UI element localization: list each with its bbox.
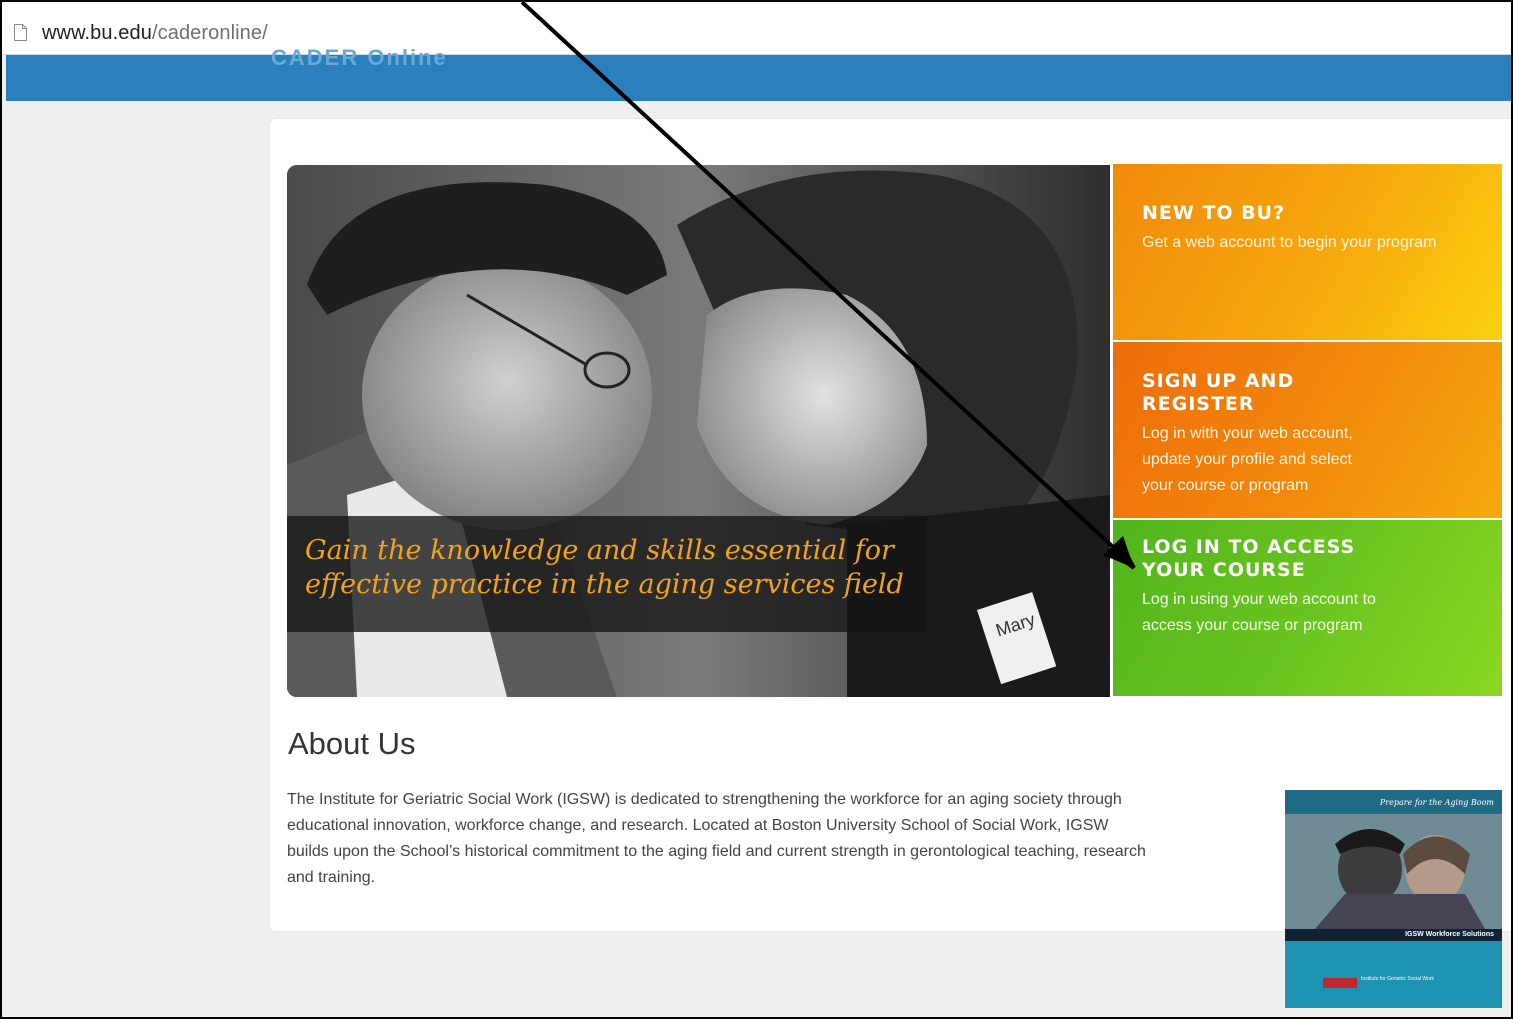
hero-tagline: Gain the knowledge and skills essential …	[305, 535, 904, 600]
brochure-band: IGSW Workforce Solutions	[1285, 929, 1502, 941]
brochure-cover-image[interactable]: Prepare for the Aging Boom IGSW Workforc…	[1285, 790, 1502, 1008]
tile-title: SIGN UP AND REGISTER	[1142, 370, 1295, 415]
url-text[interactable]: www.bu.edu/caderonline/	[42, 22, 268, 45]
hero-image: Mary Gain the knowledge and skills essen…	[287, 165, 1110, 697]
url-domain: www.bu.edu	[42, 22, 152, 44]
tile-description: Log in with your web account, update you…	[1142, 425, 1353, 494]
brochure-photo-art	[1285, 814, 1502, 929]
boston-university-logo	[1323, 978, 1357, 988]
tile-description: Log in using your web account to access …	[1142, 591, 1376, 634]
tile-title: LOG IN TO ACCESS YOUR COURSE	[1142, 536, 1356, 581]
brochure-tagline: Prepare for the Aging Boom	[1379, 798, 1494, 807]
about-body: The Institute for Geriatric Social Work …	[287, 791, 1146, 886]
brochure-photo	[1285, 814, 1502, 929]
site-header-banner: CADER Online	[6, 45, 1511, 101]
brochure-org-text: Institute for Geriatric Social Work	[1361, 976, 1434, 982]
url-path: /caderonline/	[151, 22, 268, 44]
site-name-fragment: CADER Online	[271, 45, 448, 70]
tile-title: NEW TO BU?	[1142, 202, 1286, 224]
brochure-header: Prepare for the Aging Boom	[1285, 790, 1502, 814]
page-icon	[14, 24, 27, 41]
tagline-overlay: Gain the knowledge and skills essential …	[287, 516, 927, 632]
tile-description: Get a web account to begin your program	[1142, 234, 1437, 251]
screenshot-frame: www.bu.edu/caderonline/ CADER Online Mar…	[0, 0, 1513, 1019]
tile-sign-up-register[interactable]: SIGN UP AND REGISTER Log in with your we…	[1113, 342, 1502, 518]
address-bar[interactable]: www.bu.edu/caderonline/	[2, 2, 1511, 55]
tile-new-to-bu[interactable]: NEW TO BU? Get a web account to begin yo…	[1113, 164, 1502, 340]
about-heading: About Us	[288, 726, 416, 761]
tile-log-in-access-course[interactable]: LOG IN TO ACCESS YOUR COURSE Log in usin…	[1113, 520, 1502, 696]
